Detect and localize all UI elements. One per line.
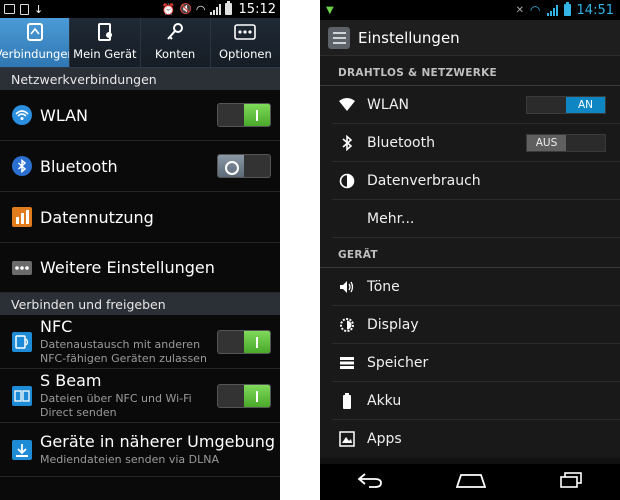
setting-bluetooth[interactable]: Bluetooth AUS (332, 124, 620, 162)
setting-more[interactable]: Mehr... (332, 200, 620, 238)
setting-title: Mehr... (367, 210, 415, 227)
setting-s-beam[interactable]: S Beam Dateien über NFC und Wi-Fi Direct… (0, 369, 280, 423)
alarm-icon: ⏰ (161, 2, 176, 16)
settings-list: DRAHTLOS & NETZWERKE WLAN AN Bluetooth A… (320, 56, 620, 458)
android-settings-screen: ▼ ✕ ◠ 14:51 Einstellungen DRAHTLOS & NET… (320, 0, 620, 500)
download-icon: ↓ (34, 2, 44, 16)
setting-storage[interactable]: Speicher (332, 344, 620, 382)
setting-data-usage[interactable]: Datennutzung (0, 192, 280, 243)
status-bar: ↓ ⏰ 🔇 ◠ 15:12 (0, 0, 280, 18)
setting-bluetooth[interactable]: Bluetooth (0, 141, 280, 192)
setting-nearby-devices[interactable]: Geräte in näherer Umgebung Mediendateien… (0, 423, 280, 477)
tab-label: Verbindungen (0, 47, 69, 61)
battery-icon (563, 2, 571, 16)
apps-icon (338, 430, 356, 448)
brightness-icon (338, 316, 356, 334)
storage-icon (338, 354, 356, 372)
document-notification-icon (20, 3, 29, 15)
setting-subtitle: Datenaustausch mit anderen NFC-fähigen G… (40, 338, 207, 365)
setting-display[interactable]: Display (332, 306, 620, 344)
tab-accounts[interactable]: Konten (141, 18, 211, 67)
key-icon (163, 21, 187, 43)
mute-icon: ✕ (515, 4, 525, 16)
signal-icon (209, 3, 221, 15)
nfc-icon (12, 331, 32, 352)
wifi-icon: ◠ (195, 2, 206, 16)
section-header-connect-share: Verbinden und freigeben (0, 293, 280, 315)
setting-title: Apps (367, 431, 402, 447)
home-icon[interactable] (455, 472, 487, 493)
setting-title: Datennutzung (40, 207, 154, 227)
bluetooth-icon (12, 156, 32, 176)
setting-title: Datenverbrauch (367, 172, 481, 189)
setting-data-usage[interactable]: Datenverbrauch (332, 162, 620, 200)
tab-my-device[interactable]: Mein Gerät (70, 18, 141, 67)
setting-title: Weitere Einstellungen (40, 258, 215, 277)
setting-nfc[interactable]: NFC Datenaustausch mit anderen NFC-fähig… (0, 315, 280, 369)
speaker-icon (338, 278, 356, 296)
navigation-bar (320, 464, 620, 500)
setting-battery[interactable]: Akku (332, 382, 620, 420)
settings-tab-bar: Verbindungen Mein Gerät Konten Optionen (0, 18, 280, 68)
setting-title: Akku (367, 392, 402, 409)
tab-options[interactable]: Optionen (211, 18, 280, 67)
setting-title: Display (367, 316, 419, 333)
wlan-switch[interactable] (217, 103, 271, 127)
setting-more-settings[interactable]: Weitere Einstellungen (0, 243, 280, 293)
nearby-devices-icon (12, 439, 32, 460)
bluetooth-icon (338, 134, 356, 152)
status-time: 15:12 (238, 1, 276, 17)
tab-label: Mein Gerät (73, 47, 137, 61)
back-icon[interactable] (357, 472, 383, 493)
status-bar: ▼ ✕ ◠ 14:51 (320, 0, 620, 20)
nfc-switch[interactable] (217, 329, 271, 354)
tab-label: Optionen (219, 47, 272, 61)
device-icon (93, 21, 117, 43)
wlan-toggle[interactable]: AN (526, 95, 606, 114)
setting-subtitle: Dateien über NFC und Wi-Fi Direct senden (40, 392, 192, 419)
action-bar: Einstellungen (320, 20, 620, 56)
setting-title: WLAN (367, 96, 410, 113)
toggle-label: AN (566, 96, 605, 113)
setting-subtitle: Mediendateien senden via DLNA (40, 453, 219, 466)
recent-apps-icon[interactable] (559, 471, 583, 493)
setting-title: Speicher (367, 354, 429, 371)
tab-connections[interactable]: Verbindungen (0, 18, 71, 67)
s-beam-icon (12, 385, 32, 406)
data-usage-icon (338, 172, 356, 190)
setting-wlan[interactable]: WLAN (0, 90, 280, 141)
s-beam-switch[interactable] (217, 383, 271, 408)
bluetooth-toggle[interactable]: AUS (526, 133, 606, 152)
section-header-wireless: DRAHTLOS & NETZWERKE (320, 56, 620, 86)
photo-notification-icon (4, 4, 15, 14)
notification-arrow-icon: ▼ (326, 4, 334, 16)
tab-label: Konten (155, 47, 196, 61)
section-header-device: GERÄT (320, 238, 620, 268)
bluetooth-switch[interactable] (217, 154, 271, 178)
mute-icon: 🔇 (179, 3, 192, 15)
section-header-network: Netzwerkverbindungen (0, 68, 280, 90)
signal-icon (546, 4, 558, 16)
toggle-label: AUS (527, 134, 566, 151)
page-title: Einstellungen (358, 28, 460, 47)
setting-title: Geräte in näherer Umgebung (40, 432, 276, 451)
samsung-settings-screen: ↓ ⏰ 🔇 ◠ 15:12 Verbindungen Mein Gerät (0, 0, 280, 500)
setting-title: Töne (367, 278, 400, 295)
setting-sounds[interactable]: Töne (332, 268, 620, 306)
data-usage-icon (12, 207, 32, 227)
battery-icon (338, 392, 356, 410)
setting-apps[interactable]: Apps (332, 420, 620, 458)
more-options-icon (233, 21, 257, 43)
connections-icon (23, 21, 47, 43)
wifi-icon (338, 96, 356, 114)
more-icon (12, 258, 32, 278)
battery-icon (224, 1, 232, 15)
setting-wlan[interactable]: WLAN AN (332, 86, 620, 124)
settings-app-icon[interactable] (328, 26, 350, 49)
status-time: 14:51 (576, 2, 614, 18)
wifi-icon (12, 105, 32, 125)
wifi-icon: ◠ (530, 3, 541, 17)
setting-title: Bluetooth (367, 134, 435, 151)
